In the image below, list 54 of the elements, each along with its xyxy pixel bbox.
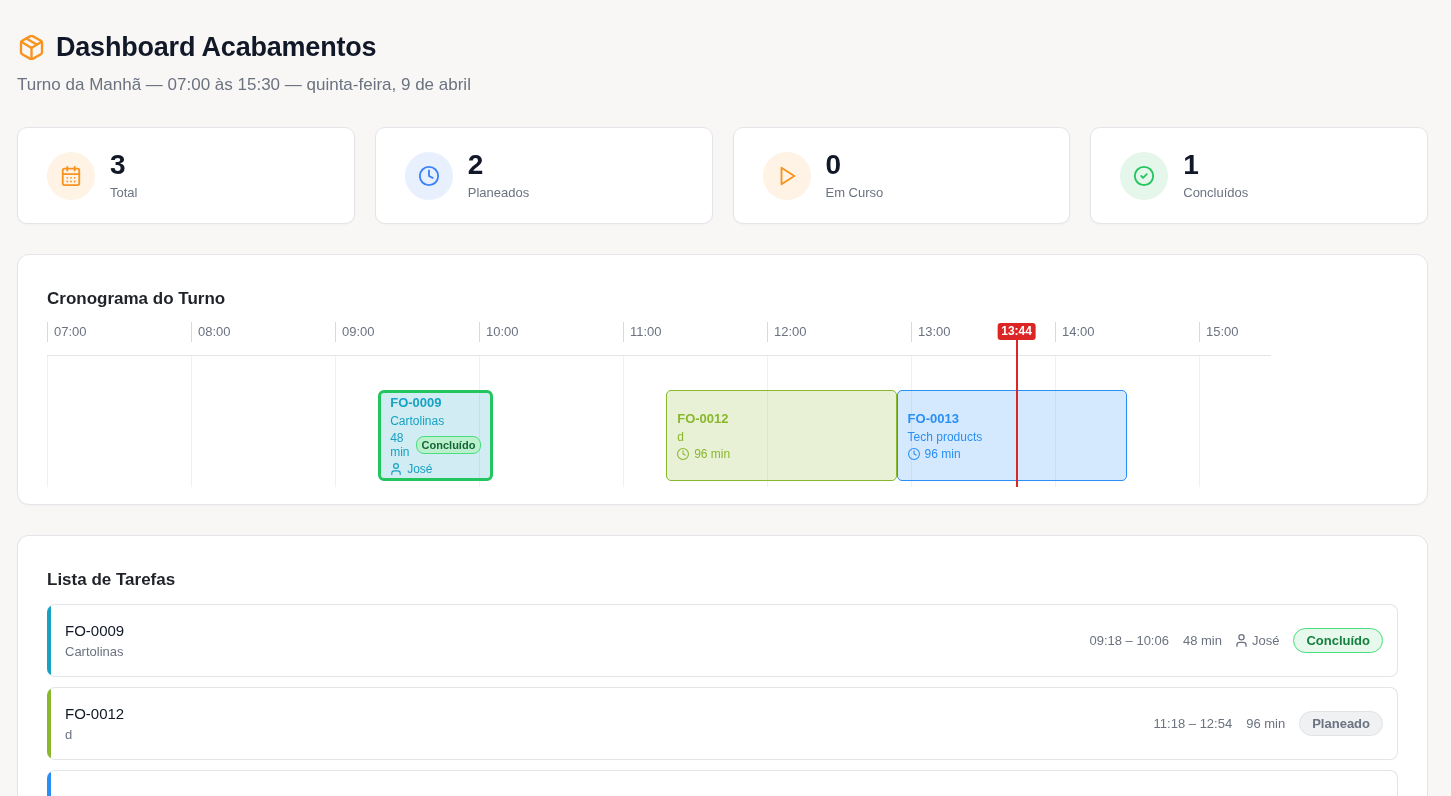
- hour-label: 14:00: [1055, 322, 1095, 342]
- status-badge: Concluído: [415, 436, 482, 454]
- stat-label: Total: [110, 183, 138, 202]
- duration-text: 96 min: [924, 446, 961, 461]
- task-duration: 48 min: [1182, 633, 1222, 648]
- hour-label: 08:00: [191, 322, 231, 342]
- block-description: Tech products: [907, 429, 984, 444]
- status-badge: Concluído: [1293, 628, 1383, 653]
- stat-label: Em Curso: [825, 183, 884, 202]
- task-card[interactable]: [47, 770, 1398, 796]
- hour-label: 15:00: [1199, 322, 1239, 342]
- current-time-badge: 13:44: [997, 323, 1036, 340]
- duration-text: 96 min: [694, 446, 731, 461]
- task-description: d: [65, 726, 74, 743]
- task-code: FO-0009: [65, 621, 125, 641]
- duration-text: 48 min: [390, 431, 411, 459]
- clock-icon: [677, 447, 690, 460]
- stat-label: Planeados: [467, 183, 530, 202]
- task-block[interactable]: FO-0009 Cartolinas 48 min Concluído José: [378, 390, 494, 481]
- stat-value: 2: [467, 149, 485, 180]
- person-icon: [390, 463, 403, 475]
- hour-label: 09:00: [335, 322, 375, 342]
- block-code: FO-0013: [907, 410, 960, 427]
- calendar-icon: [47, 151, 95, 200]
- section-title: Lista de Tarefas: [47, 569, 177, 591]
- block-code: FO-0009: [390, 395, 443, 411]
- stat-value: 1: [1183, 149, 1200, 180]
- hour-label: 10:00: [479, 322, 519, 342]
- person-icon: [1236, 634, 1247, 647]
- block-description: Cartolinas: [390, 414, 446, 428]
- stat-label: Concluídos: [1183, 183, 1249, 202]
- clock-icon: [907, 447, 920, 460]
- task-card[interactable]: FO-0012 d 11:18 – 12:54 96 min Planeado: [47, 687, 1398, 760]
- block-code: FO-0012: [677, 410, 730, 427]
- time-range: 09:18 – 10:06: [1089, 633, 1169, 648]
- page-subtitle: Turno da Manhã — 07:00 às 15:30 — quinta-feira, 9 de abril: [17, 74, 472, 96]
- hour-label: 13:00: [911, 322, 951, 342]
- task-code: FO-0012: [65, 704, 125, 724]
- section-title: Cronograma do Turno: [47, 288, 227, 310]
- task-card[interactable]: FO-0009 Cartolinas 09:18 – 10:06 48 min José Concluído: [47, 604, 1398, 677]
- stat-value: 0: [825, 149, 843, 180]
- box-icon: [19, 34, 44, 60]
- page-title: Dashboard Acabamentos: [56, 31, 377, 63]
- task-description: Cartolinas: [65, 643, 125, 660]
- time-range: 11:18 – 12:54: [1153, 716, 1233, 731]
- hour-label: 12:00: [767, 322, 807, 342]
- block-description: d: [677, 429, 685, 444]
- hour-label: 11:00: [623, 322, 662, 342]
- hour-label: 07:00: [47, 322, 87, 342]
- status-badge: Planeado: [1299, 711, 1383, 736]
- assignee-name: José: [1252, 633, 1280, 648]
- assignee-name: José: [407, 462, 433, 476]
- task-duration: 96 min: [1246, 716, 1286, 731]
- stat-value: 3: [110, 149, 127, 180]
